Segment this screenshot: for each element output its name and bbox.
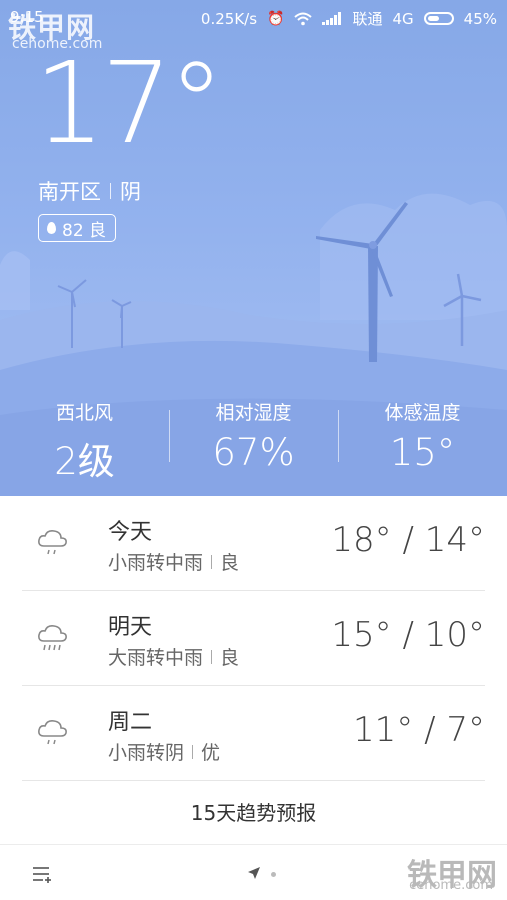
forecast-air-quality: 良: [220, 647, 240, 669]
forecast-temps: 15° / 10°: [331, 615, 485, 655]
forecast-air-quality: 良: [220, 552, 240, 574]
forecast-temps: 18° / 14°: [331, 520, 485, 560]
stat-value: 67%: [212, 431, 295, 474]
wifi-icon: [294, 12, 313, 25]
air-quality-drop-icon: [47, 222, 56, 234]
forecast-condition: 小雨转中雨: [108, 552, 204, 574]
divider: [169, 410, 170, 462]
weather-stats: 西北风 2级 相对湿度 67% 体感温度 15°: [0, 396, 507, 486]
stat-feels-like: 体感温度 15°: [338, 396, 507, 486]
forecast-day: 周二: [108, 710, 153, 735]
stat-wind: 西北风 2级: [0, 396, 169, 486]
network-type: 4G: [392, 9, 414, 28]
battery-percent: 45%: [463, 9, 497, 28]
aqi-badge[interactable]: 82 良: [38, 214, 117, 242]
stat-value: 2级: [54, 440, 115, 483]
location-line[interactable]: 南开区 阴: [38, 176, 141, 206]
divider: [211, 649, 213, 664]
net-speed: 0.25K/s: [200, 9, 258, 28]
light-rain-icon: [38, 530, 67, 555]
city-list-icon[interactable]: [33, 865, 53, 883]
divider: [192, 744, 194, 759]
district-name: 南开区: [38, 180, 101, 204]
trend-forecast-button[interactable]: 15天趋势预报: [0, 778, 507, 845]
stat-humidity: 相对湿度 67%: [169, 396, 338, 486]
location-arrow-icon: [248, 867, 260, 879]
forecast-temps: 11° / 7°: [353, 710, 485, 750]
alarm-icon: ⏰: [267, 10, 285, 27]
forecast-row[interactable]: 今天 小雨转中雨 良 18° / 14°: [22, 496, 485, 591]
forecast-list: 今天 小雨转中雨 良 18° / 14° 明天 大雨转中雨 良 15° / 10…: [0, 496, 507, 781]
stat-label: 体感温度: [384, 402, 461, 424]
carrier-name: 联通: [352, 10, 383, 28]
divider: [338, 410, 339, 462]
forecast-row[interactable]: 周二 小雨转阴 优 11° / 7°: [22, 686, 485, 781]
current-condition: 阴: [120, 180, 141, 204]
weather-hero: 9:15 0.25K/s ⏰ 联通 4G 45% 铁甲网 cehome.com …: [0, 0, 507, 496]
signal-icon: [322, 12, 342, 25]
current-temperature: 17°: [34, 39, 225, 169]
page-indicator-dot: [271, 872, 276, 877]
aqi-value: 82 良: [62, 220, 107, 241]
divider: [211, 554, 213, 569]
watermark-domain: cehome.com: [409, 878, 493, 893]
stat-value: 15°: [389, 431, 456, 474]
forecast-condition: 小雨转阴: [108, 742, 185, 764]
forecast-row[interactable]: 明天 大雨转中雨 良 15° / 10°: [22, 591, 485, 686]
stat-label: 相对湿度: [215, 402, 292, 424]
forecast-condition: 大雨转中雨: [108, 647, 204, 669]
heavy-rain-icon: [38, 625, 67, 651]
forecast-day: 明天: [108, 615, 153, 640]
divider: [110, 183, 111, 199]
forecast-air-quality: 优: [201, 742, 221, 764]
stat-label: 西北风: [55, 402, 113, 424]
battery-icon: [423, 12, 454, 25]
forecast-day: 今天: [108, 520, 153, 545]
light-rain-icon: [38, 720, 67, 745]
